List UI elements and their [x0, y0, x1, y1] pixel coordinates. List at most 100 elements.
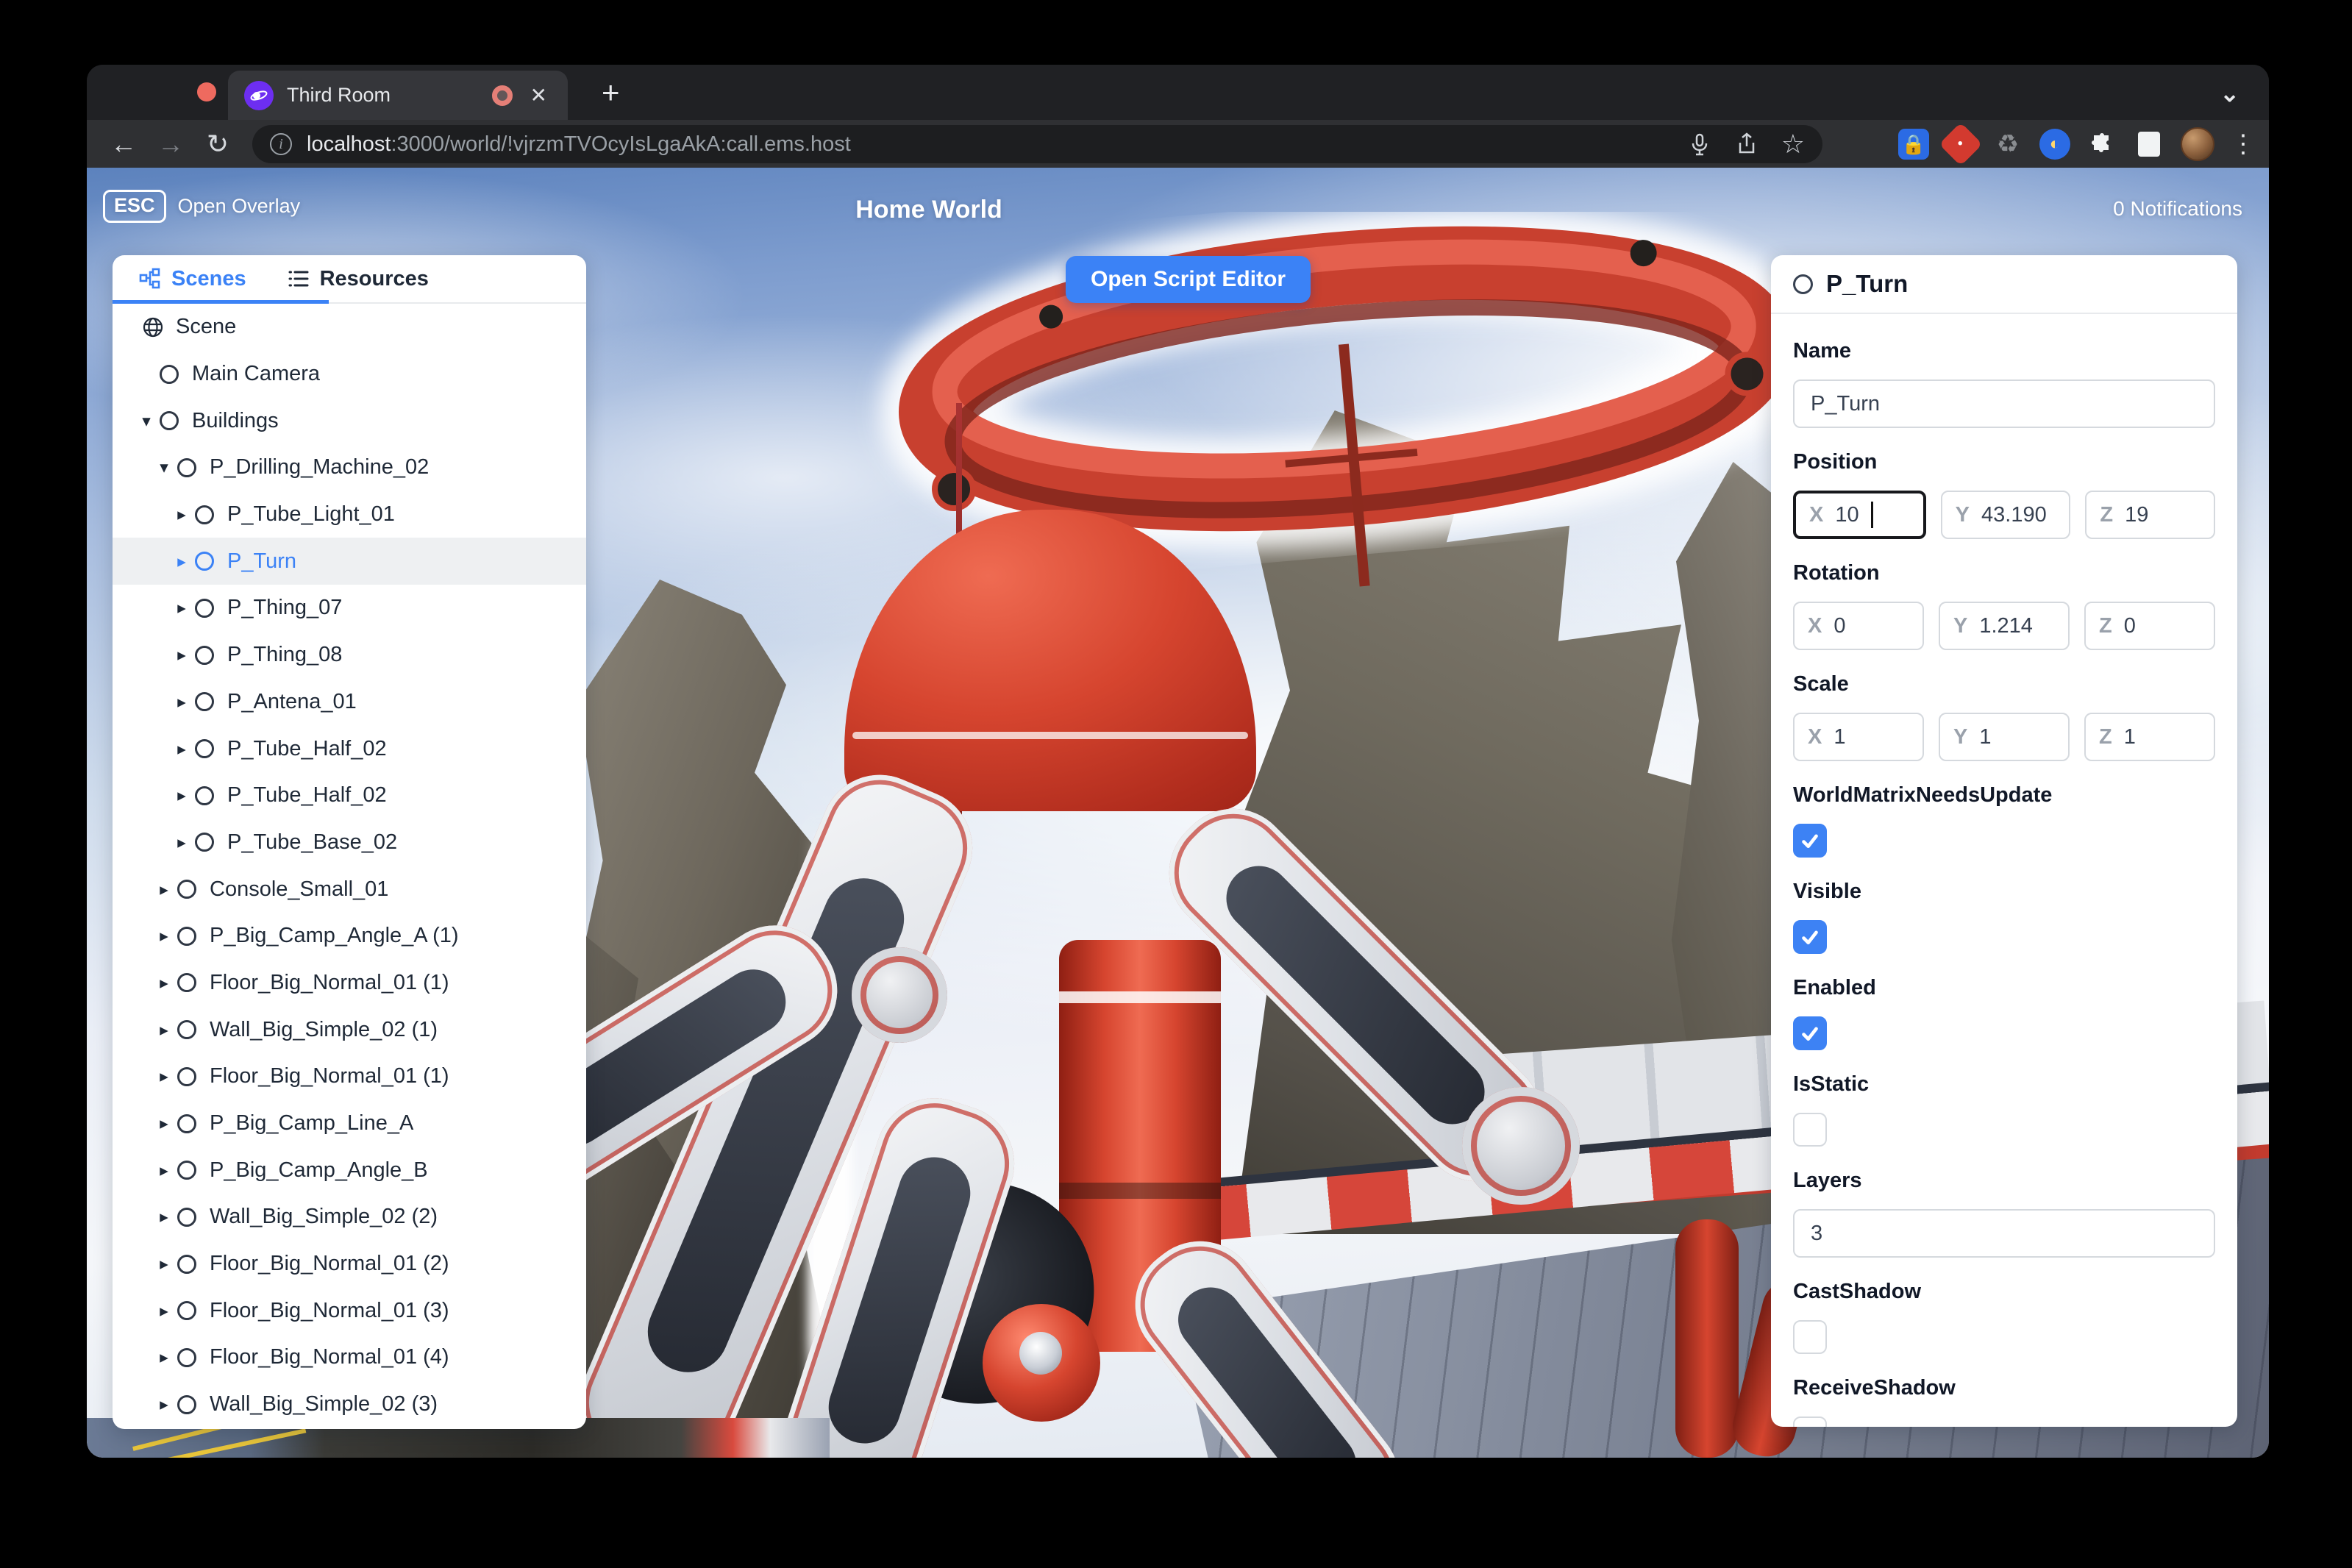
- checkbox[interactable]: [1793, 824, 1827, 858]
- expander-icon[interactable]: ▸: [155, 926, 173, 946]
- expander-icon[interactable]: ▸: [173, 552, 190, 571]
- node-circle-icon: [177, 880, 196, 899]
- new-tab-button[interactable]: +: [602, 77, 620, 108]
- expander-icon[interactable]: ▸: [155, 1254, 173, 1274]
- node-circle-icon: [177, 973, 196, 993]
- expander-icon[interactable]: ▸: [173, 739, 190, 759]
- tree-row[interactable]: ▸ Console_Small_01: [113, 866, 586, 913]
- password-extension-icon[interactable]: 🔒: [1898, 129, 1929, 160]
- back-button[interactable]: ←: [100, 129, 147, 160]
- vector-value: 1.214: [1979, 613, 2033, 638]
- tab-scenes[interactable]: Scenes: [139, 267, 246, 291]
- expander-icon[interactable]: ▸: [155, 1066, 173, 1086]
- profile-avatar[interactable]: [2181, 127, 2214, 161]
- checkbox[interactable]: [1793, 1320, 1827, 1354]
- browser-tab[interactable]: Third Room ✕: [228, 71, 568, 120]
- vector-input[interactable]: Z 1: [2084, 713, 2215, 761]
- expander-icon[interactable]: ▸: [155, 1113, 173, 1133]
- tree-row[interactable]: ▾ P_Drilling_Machine_02: [113, 444, 586, 491]
- tree-row[interactable]: ▸ P_Tube_Half_02: [113, 725, 586, 772]
- checkbox[interactable]: [1793, 920, 1827, 954]
- extensions-puzzle-icon[interactable]: [2086, 129, 2117, 160]
- inspector-header: P_Turn: [1771, 255, 2237, 314]
- tree-row[interactable]: ▸ P_Turn: [113, 538, 586, 585]
- expander-icon[interactable]: ▸: [155, 1394, 173, 1414]
- reload-button[interactable]: ↻: [194, 129, 241, 160]
- tree-row[interactable]: ▸ P_Thing_08: [113, 632, 586, 679]
- checkbox[interactable]: [1793, 1016, 1827, 1050]
- tree-row[interactable]: ▸ Wall_Big_Simple_02 (2): [113, 1194, 586, 1241]
- vector-input[interactable]: X 10: [1793, 491, 1926, 539]
- tree-row[interactable]: ▸ Floor_Big_Normal_01 (2): [113, 1241, 586, 1288]
- expander-icon[interactable]: ▸: [155, 1347, 173, 1367]
- expander-icon[interactable]: ▸: [155, 973, 173, 993]
- expander-icon[interactable]: ▸: [173, 785, 190, 805]
- vector-input[interactable]: Z 19: [2085, 491, 2216, 539]
- browser-menu-icon[interactable]: ⋮: [2231, 129, 2256, 159]
- vector-input[interactable]: X 1: [1793, 713, 1924, 761]
- red-extension-icon[interactable]: •: [1939, 122, 1983, 166]
- share-icon[interactable]: [1734, 132, 1759, 157]
- tree-row[interactable]: ▸ P_Tube_Base_02: [113, 819, 586, 866]
- expander-icon[interactable]: ▸: [173, 505, 190, 524]
- robot-red-ball-joint: [983, 1304, 1100, 1422]
- expander-icon[interactable]: ▸: [155, 1020, 173, 1040]
- tab-resources[interactable]: Resources: [288, 267, 429, 291]
- expander-icon[interactable]: ▸: [155, 1161, 173, 1180]
- vector-input[interactable]: Y 43.190: [1940, 491, 2071, 539]
- vector-input[interactable]: Z 0: [2084, 602, 2215, 650]
- name-label: Name: [1793, 339, 1851, 363]
- expander-icon[interactable]: ▸: [173, 833, 190, 852]
- expander-icon[interactable]: ▸: [173, 692, 190, 712]
- open-script-editor-button[interactable]: Open Script Editor: [1066, 256, 1311, 303]
- tab-search-chevron-icon[interactable]: ⌄: [2220, 79, 2239, 107]
- expander-icon[interactable]: ▸: [173, 598, 190, 618]
- tree-row[interactable]: ▸ P_Big_Camp_Angle_B: [113, 1147, 586, 1194]
- expander-icon[interactable]: ▸: [155, 1207, 173, 1227]
- tree-row[interactable]: ▸ P_Antena_01: [113, 679, 586, 726]
- vector-input[interactable]: X 0: [1793, 602, 1924, 650]
- close-window-button[interactable]: [197, 82, 216, 101]
- tree-row[interactable]: ▸ Floor_Big_Normal_01 (4): [113, 1334, 586, 1381]
- name-input[interactable]: [1793, 379, 2215, 428]
- tree-row[interactable]: ▸ Floor_Big_Normal_01 (1): [113, 1053, 586, 1100]
- tab-close-icon[interactable]: ✕: [526, 83, 552, 107]
- tree-label: P_Turn: [227, 549, 297, 573]
- recycle-extension-icon[interactable]: ♻: [1992, 129, 2023, 160]
- expander-icon[interactable]: ▾: [155, 457, 173, 477]
- layers-input[interactable]: [1793, 1209, 2215, 1258]
- tree-row[interactable]: ▸ P_Thing_07: [113, 585, 586, 632]
- bookmark-star-icon[interactable]: ☆: [1781, 129, 1805, 160]
- tree-row[interactable]: ▾ Buildings: [113, 397, 586, 444]
- tree-row[interactable]: ▸ Wall_Big_Simple_02 (3): [113, 1381, 586, 1428]
- checkbox[interactable]: [1793, 1416, 1827, 1427]
- node-circle-icon: [160, 364, 179, 384]
- tree-row[interactable]: ▸ Wall_Big_Simple_02 (1): [113, 1006, 586, 1053]
- vector-input[interactable]: Y 1.214: [1939, 602, 2070, 650]
- microphone-icon[interactable]: [1687, 132, 1712, 157]
- tree-row[interactable]: Scene: [113, 304, 586, 351]
- checkbox[interactable]: [1793, 1113, 1827, 1147]
- layers-label: Layers: [1793, 1169, 1862, 1192]
- globe-icon: [142, 316, 164, 338]
- notifications-counter[interactable]: 0 Notifications: [2113, 197, 2242, 221]
- flag-block: WorldMatrixNeedsUpdate: [1793, 783, 2215, 858]
- expander-icon[interactable]: ▸: [173, 645, 190, 665]
- url-bar[interactable]: i localhost:3000/world/!vjrzmTVOcyIsLgaA…: [252, 125, 1822, 163]
- sidebar-toggle-icon[interactable]: [2134, 129, 2164, 160]
- tree-row[interactable]: ▸ P_Big_Camp_Line_A: [113, 1100, 586, 1147]
- tree-row[interactable]: ▸ Floor_Big_Normal_01 (1): [113, 960, 586, 1007]
- tree-row[interactable]: ▸ Floor_Big_Normal_01 (3): [113, 1287, 586, 1334]
- tree-row[interactable]: ▸ P_Tube_Light_01: [113, 491, 586, 538]
- expander-icon[interactable]: ▾: [138, 411, 155, 431]
- document-extension-icon[interactable]: ◐: [2039, 129, 2070, 160]
- site-info-icon[interactable]: i: [270, 133, 292, 155]
- inspector-panel: P_Turn Name Position X 10 Y 43.190 Z: [1771, 255, 2237, 1427]
- tree-row[interactable]: Main Camera: [113, 351, 586, 398]
- tree-row[interactable]: ▸ P_Big_Camp_Angle_A (1): [113, 913, 586, 960]
- vector-input[interactable]: Y 1: [1939, 713, 2070, 761]
- expander-icon[interactable]: ▸: [155, 1301, 173, 1321]
- tree-row[interactable]: ▸ P_Tube_Half_02: [113, 772, 586, 819]
- expander-icon[interactable]: ▸: [155, 880, 173, 899]
- forward-button[interactable]: →: [147, 129, 194, 160]
